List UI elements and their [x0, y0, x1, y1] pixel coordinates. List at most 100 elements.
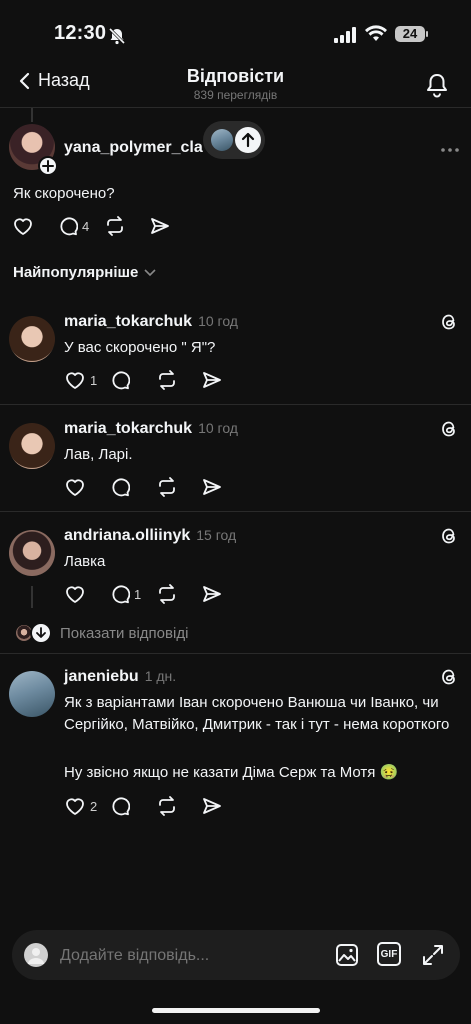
- threads-icon[interactable]: [440, 420, 458, 438]
- comment-text: Лавка: [64, 553, 106, 570]
- reply-input[interactable]: [58, 942, 322, 970]
- like-button[interactable]: [64, 584, 110, 604]
- sort-label: Найпопулярніше: [13, 264, 139, 281]
- reply-count: 4: [82, 218, 90, 234]
- repost-button[interactable]: [156, 370, 202, 390]
- battery-cap: [426, 31, 428, 37]
- comment-icon: [58, 216, 78, 236]
- like-button[interactable]: [64, 477, 110, 497]
- scroll-up-pill[interactable]: [203, 121, 265, 159]
- image-icon[interactable]: [334, 942, 360, 968]
- share-button[interactable]: [150, 216, 196, 236]
- comment-button[interactable]: [110, 370, 156, 390]
- comment-username[interactable]: andriana.olliinyk: [64, 527, 190, 544]
- comment-text-continued: Ну звісно якщо не казати Діма Серж та Мо…: [64, 764, 399, 781]
- comment-actions: [64, 477, 248, 497]
- arrow-up-icon: [235, 127, 261, 153]
- comment-icon: [110, 477, 130, 497]
- like-count: 2: [90, 798, 98, 814]
- like-button[interactable]: 2: [64, 796, 110, 816]
- status-time: 12:30: [54, 22, 107, 44]
- avatar[interactable]: [9, 316, 55, 362]
- heart-icon: [64, 370, 86, 390]
- like-button[interactable]: 1: [64, 370, 110, 390]
- comment-username[interactable]: maria_tokarchuk: [64, 420, 192, 437]
- share-button[interactable]: [202, 584, 248, 604]
- comment-time: 1 дн.: [144, 668, 177, 684]
- send-icon: [202, 370, 222, 390]
- comment-actions: 1: [64, 370, 248, 390]
- send-icon: [202, 477, 222, 497]
- repost-icon: [104, 216, 126, 236]
- heart-icon: [64, 796, 86, 816]
- comment-username[interactable]: maria_tokarchuk: [64, 313, 192, 330]
- repost-icon: [156, 477, 178, 497]
- avatar[interactable]: [9, 671, 55, 717]
- more-options-icon[interactable]: [440, 147, 460, 153]
- comment-button[interactable]: 4: [58, 216, 104, 236]
- send-icon: [150, 216, 170, 236]
- thread-line: [31, 108, 33, 122]
- like-count: 1: [90, 372, 98, 388]
- comment-divider: [0, 511, 471, 512]
- bell-icon[interactable]: [425, 72, 449, 98]
- threads-icon[interactable]: [440, 527, 458, 545]
- heart-icon: [12, 216, 34, 236]
- comment-header: maria_tokarchuk 10 год: [64, 313, 238, 331]
- page-title: Відповісти: [186, 66, 285, 86]
- comment-button[interactable]: 1: [110, 584, 156, 604]
- battery-indicator: 24: [395, 26, 425, 42]
- repost-button[interactable]: [156, 796, 202, 816]
- comment-text: Як з варіантами Іван скорочено Ванюша чи…: [64, 694, 450, 733]
- repost-button[interactable]: [156, 584, 202, 604]
- gif-label: GIF: [380, 948, 398, 960]
- wifi-icon: [365, 25, 387, 43]
- bell-muted-icon: [108, 27, 126, 45]
- reply-bar: GIF: [12, 930, 460, 980]
- share-button[interactable]: [202, 477, 248, 497]
- comment-header: maria_tokarchuk 10 год: [64, 420, 238, 438]
- expand-icon[interactable]: [420, 942, 446, 968]
- like-button[interactable]: [12, 216, 58, 236]
- avatar[interactable]: [9, 530, 55, 576]
- share-button[interactable]: [202, 370, 248, 390]
- comment-button[interactable]: [110, 796, 156, 816]
- comment-username[interactable]: janeniebu: [64, 668, 139, 685]
- comment-actions: 2: [64, 796, 248, 816]
- heart-icon: [64, 477, 86, 497]
- view-count: 839 переглядів: [193, 88, 278, 102]
- comment-button[interactable]: [110, 477, 156, 497]
- share-button[interactable]: [202, 796, 248, 816]
- gif-button[interactable]: GIF: [377, 942, 401, 966]
- chevron-down-icon: [144, 268, 156, 277]
- home-indicator: [152, 1008, 320, 1013]
- send-icon: [202, 584, 222, 604]
- comment-icon: [110, 370, 130, 390]
- comment-time: 15 год: [196, 527, 237, 543]
- comment-time: 10 год: [198, 313, 238, 329]
- thread-line: [31, 586, 33, 608]
- post-username[interactable]: yana_polymer_cla: [64, 139, 203, 157]
- comment-header: janeniebu 1 дн.: [64, 668, 176, 686]
- heart-icon: [64, 584, 86, 604]
- show-replies-button[interactable]: Показати відповіді: [16, 622, 188, 644]
- arrow-down-icon: [30, 622, 52, 644]
- comment-divider: [0, 404, 471, 405]
- repost-icon: [156, 370, 178, 390]
- comment-divider: [0, 653, 471, 654]
- threads-icon[interactable]: [440, 668, 458, 686]
- threads-icon[interactable]: [440, 313, 458, 331]
- show-replies-label: Показати відповіді: [60, 624, 189, 642]
- repost-button[interactable]: [104, 216, 150, 236]
- avatar[interactable]: [9, 423, 55, 469]
- sort-dropdown[interactable]: Найпопулярніше: [13, 264, 156, 281]
- comment-icon: [110, 584, 130, 604]
- signal-icon: [334, 27, 358, 43]
- comment-actions: 1: [64, 584, 248, 604]
- comment-header: andriana.olliinyk 15 год: [64, 527, 236, 545]
- repost-icon: [156, 584, 178, 604]
- repost-button[interactable]: [156, 477, 202, 497]
- user-avatar-icon: [24, 943, 48, 967]
- mini-avatar: [211, 129, 233, 151]
- follow-plus-icon[interactable]: [38, 156, 58, 176]
